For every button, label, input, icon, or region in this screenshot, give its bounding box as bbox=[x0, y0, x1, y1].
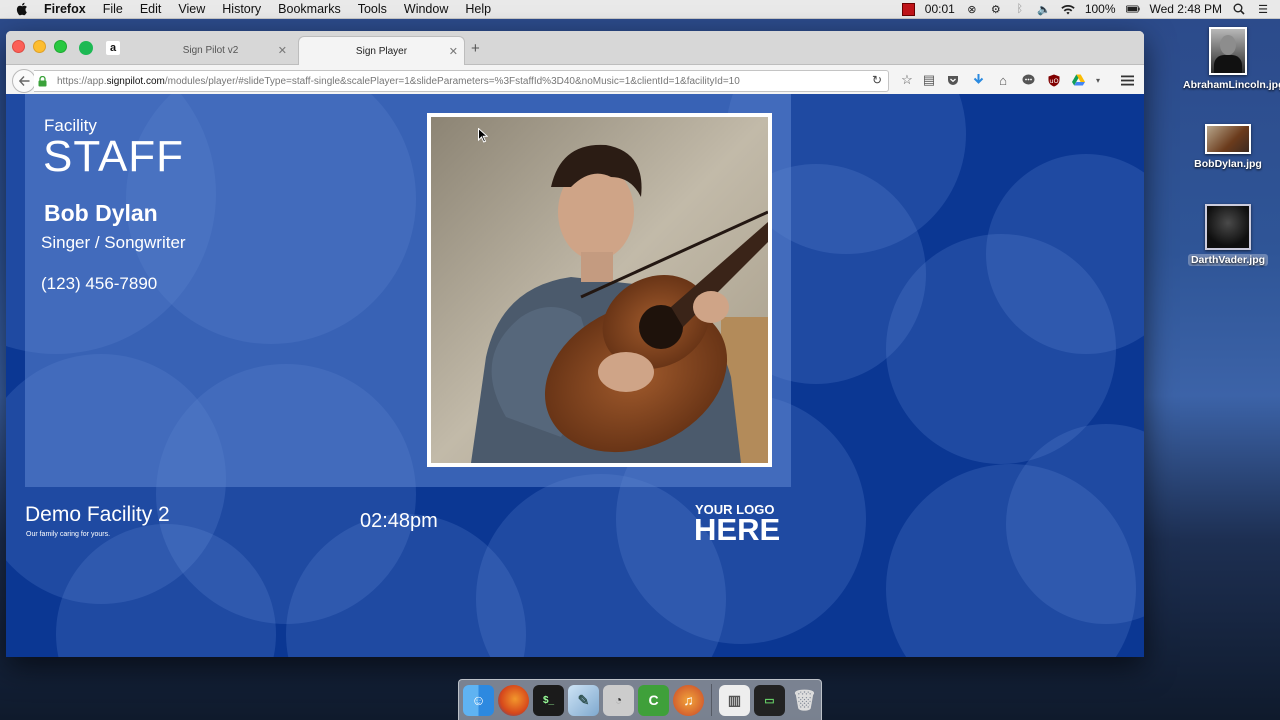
menu-window[interactable]: Window bbox=[404, 2, 448, 16]
staff-photo-frame bbox=[427, 113, 772, 467]
apple-icon[interactable] bbox=[16, 2, 30, 16]
gimp-icon[interactable]: ◔ bbox=[603, 684, 634, 716]
bob-dylan-thumbnail bbox=[1205, 124, 1251, 154]
ublock-icon[interactable]: uO bbox=[1046, 72, 1062, 88]
staff-name: Bob Dylan bbox=[44, 200, 158, 226]
darth-vader-thumbnail bbox=[1205, 204, 1251, 250]
menu-app-firefox[interactable]: Firefox bbox=[44, 2, 86, 16]
chat-icon[interactable] bbox=[1020, 72, 1036, 88]
audacity-icon[interactable]: ♫ bbox=[673, 684, 704, 716]
tab-label: Sign Player bbox=[355, 45, 408, 57]
section-title: STAFF bbox=[43, 132, 185, 181]
facility-name: Demo Facility 2 bbox=[25, 503, 170, 526]
mouse-cursor-icon bbox=[478, 127, 489, 148]
firefox-icon[interactable] bbox=[498, 684, 529, 716]
recording-time: 00:01 bbox=[924, 2, 955, 16]
menu-bar: Firefox File Edit View History Bookmarks… bbox=[0, 0, 1280, 19]
bookmark-star-icon[interactable]: ☆ bbox=[899, 72, 915, 88]
menu-tools[interactable]: Tools bbox=[358, 2, 387, 16]
wifi-icon[interactable] bbox=[1061, 3, 1075, 15]
dock-separator bbox=[711, 684, 712, 716]
screen-recording-icon[interactable]: ▭ bbox=[754, 684, 785, 716]
dock: ☺ $_ ✎ ◔ C ♫ ▥ ▭ 🗑 bbox=[458, 679, 822, 720]
pocket-icon[interactable] bbox=[945, 72, 961, 88]
trash-icon[interactable]: 🗑 bbox=[789, 685, 820, 716]
browser-window: a Sign Pilot v2 ✕ Sign Player ✕ + https:… bbox=[6, 31, 1144, 657]
staff-phone: (123) 456-7890 bbox=[41, 274, 158, 293]
menu-history[interactable]: History bbox=[222, 2, 261, 16]
facility-tagline: Our family caring for yours. bbox=[26, 531, 111, 538]
menu-bookmarks[interactable]: Bookmarks bbox=[278, 2, 341, 16]
bluetooth-icon[interactable]: ᛒ bbox=[1013, 3, 1027, 15]
close-window-button[interactable] bbox=[12, 40, 25, 53]
finder-icon[interactable]: ☺ bbox=[463, 684, 494, 716]
menubar-clock[interactable]: Wed 2:48 PM bbox=[1150, 2, 1222, 16]
terminal-icon[interactable]: $_ bbox=[533, 684, 564, 716]
camtasia-icon[interactable]: C bbox=[638, 684, 669, 716]
back-button[interactable] bbox=[12, 69, 36, 93]
battery-icon[interactable] bbox=[1125, 3, 1140, 15]
spotlight-search-icon[interactable] bbox=[1232, 3, 1246, 15]
svg-text:uO: uO bbox=[1049, 77, 1058, 85]
amazon-pinned-tab-icon[interactable]: a bbox=[106, 41, 120, 55]
desktop-file-label: BobDylan.jpg bbox=[1194, 158, 1262, 170]
documents-folder-icon[interactable]: ▥ bbox=[719, 684, 750, 716]
menu-view[interactable]: View bbox=[178, 2, 205, 16]
staff-role: Singer / Songwriter bbox=[41, 233, 186, 252]
spotify-pinned-tab-icon[interactable] bbox=[79, 41, 93, 55]
google-drive-icon[interactable] bbox=[1070, 72, 1086, 88]
home-icon[interactable]: ⌂ bbox=[995, 72, 1011, 88]
tab-label: Sign Pilot v2 bbox=[182, 44, 239, 56]
desktop-file-darthvader[interactable]: DarthVader.jpg bbox=[1183, 204, 1273, 266]
abraham-lincoln-thumbnail bbox=[1209, 27, 1247, 75]
battery-percent: 100% bbox=[1084, 2, 1116, 16]
slide-clock: 02:48pm bbox=[360, 510, 438, 532]
zoom-window-button[interactable] bbox=[54, 40, 67, 53]
dropdown-arrow-icon[interactable]: ▾ bbox=[1090, 72, 1106, 88]
crossed-circle-icon[interactable]: ⊗ bbox=[965, 3, 979, 16]
url-bar[interactable]: https://app. signpilot.com/modules/player… bbox=[34, 70, 889, 92]
desktop-file-label: DarthVader.jpg bbox=[1187, 254, 1269, 266]
reload-icon[interactable]: ↻ bbox=[872, 73, 882, 87]
window-controls bbox=[12, 40, 67, 53]
navigation-bar: https://app. signpilot.com/modules/player… bbox=[6, 65, 1144, 96]
url-prefix: https://app. bbox=[57, 75, 107, 87]
menu-edit[interactable]: Edit bbox=[140, 2, 162, 16]
close-tab-icon[interactable]: ✕ bbox=[449, 45, 458, 58]
tab-sign-player[interactable]: Sign Player ✕ bbox=[298, 36, 465, 65]
staff-photo bbox=[431, 117, 768, 463]
minimize-window-button[interactable] bbox=[33, 40, 46, 53]
sign-player-slide: Facility STAFF Bob Dylan Singer / Songwr… bbox=[6, 94, 1144, 657]
logo-placeholder-line2: HERE bbox=[694, 512, 781, 547]
tab-sign-pilot[interactable]: Sign Pilot v2 ✕ bbox=[128, 36, 293, 64]
url-path: /modules/player/#slideType=staff-single&… bbox=[164, 75, 740, 87]
tab-bar: a Sign Pilot v2 ✕ Sign Player ✕ + bbox=[6, 31, 1144, 65]
desktop-file-abrahamlincoln[interactable]: AbrahamLincoln.jpg bbox=[1183, 27, 1280, 91]
menu-help[interactable]: Help bbox=[465, 2, 491, 16]
reading-list-icon[interactable]: ▤ bbox=[921, 72, 937, 88]
notification-center-icon[interactable]: ☰ bbox=[1256, 3, 1270, 16]
settings-icon[interactable]: ⚙ bbox=[989, 3, 1003, 16]
url-domain: signpilot.com bbox=[106, 75, 165, 87]
desktop-file-label: AbrahamLincoln.jpg bbox=[1183, 79, 1280, 91]
recording-icon[interactable] bbox=[901, 2, 915, 16]
close-tab-icon[interactable]: ✕ bbox=[278, 44, 287, 57]
downloads-icon[interactable] bbox=[970, 72, 986, 88]
preview-icon[interactable]: ✎ bbox=[568, 684, 599, 716]
volume-icon[interactable]: 🔈 bbox=[1037, 3, 1051, 16]
new-tab-icon[interactable]: + bbox=[471, 40, 480, 57]
desktop-file-bobdylan[interactable]: BobDylan.jpg bbox=[1183, 124, 1273, 170]
hamburger-menu-icon[interactable] bbox=[1119, 72, 1135, 88]
menu-file[interactable]: File bbox=[103, 2, 123, 16]
lock-icon[interactable] bbox=[38, 75, 52, 87]
